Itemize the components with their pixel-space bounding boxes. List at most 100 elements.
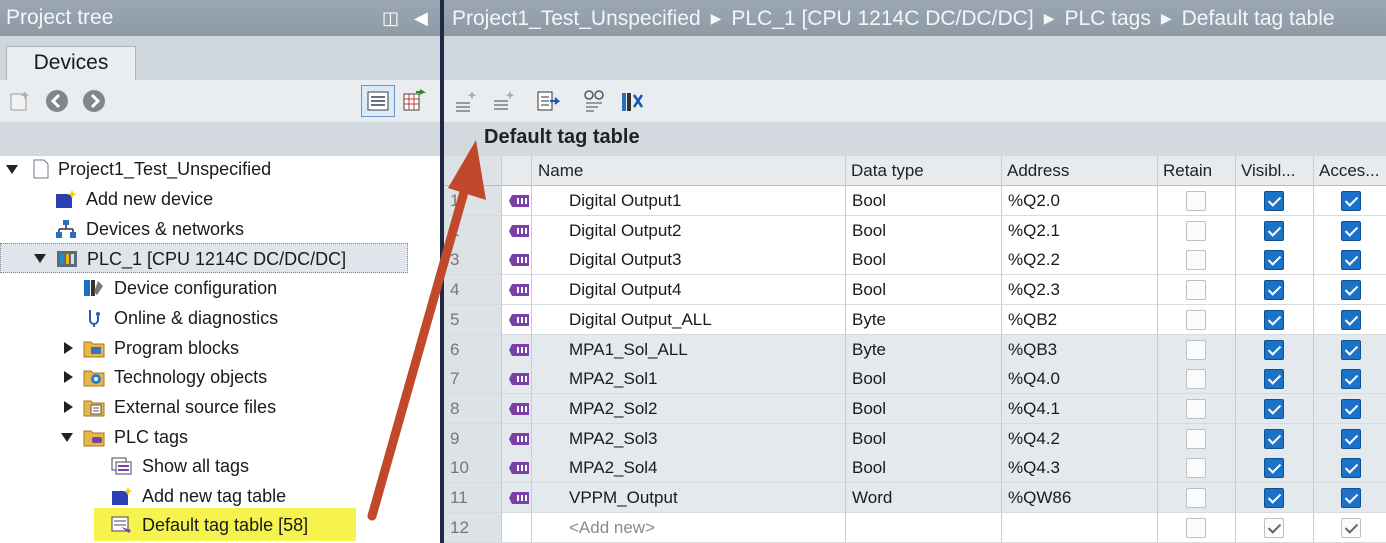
tag-name[interactable]: MPA2_Sol1	[532, 364, 846, 394]
visible-checkbox[interactable]	[1264, 340, 1284, 360]
retain-checkbox[interactable]	[1186, 458, 1206, 478]
row-number[interactable]: 4	[444, 275, 502, 305]
tab-devices[interactable]: Devices	[6, 46, 136, 80]
tag-name[interactable]: Digital Output2	[532, 216, 846, 246]
forward-icon[interactable]	[82, 89, 106, 113]
tree-item-program-blocks[interactable]: Program blocks	[0, 333, 408, 363]
tag-address[interactable]: %Q2.2	[1002, 245, 1158, 275]
row-number[interactable]: 8	[444, 394, 502, 424]
retain-checkbox[interactable]	[1186, 429, 1206, 449]
tag-address[interactable]: %QB2	[1002, 305, 1158, 335]
tag-address[interactable]	[1002, 513, 1158, 543]
tag-address[interactable]: %Q4.3	[1002, 453, 1158, 483]
row-number[interactable]: 2	[444, 216, 502, 246]
tag-address[interactable]: %QW86	[1002, 483, 1158, 513]
tree-item-add-new-tag-table[interactable]: Add new tag table	[0, 481, 408, 511]
tree-item-project[interactable]: Project1_Test_Unspecified	[0, 154, 408, 184]
tree-item-default-tag-table[interactable]: Default tag table [58]	[0, 510, 408, 540]
expand-arrow-icon[interactable]	[34, 254, 46, 263]
add-new-placeholder[interactable]: <Add new>	[532, 513, 846, 543]
tag-name[interactable]: Digital Output4	[532, 275, 846, 305]
visible-checkbox[interactable]	[1264, 191, 1284, 211]
table-row[interactable]: 11 VPPM_Output Word %QW86	[444, 483, 1386, 513]
tag-name[interactable]: MPA2_Sol2	[532, 394, 846, 424]
retain-checkbox[interactable]	[1186, 310, 1206, 330]
accessible-checkbox[interactable]	[1341, 310, 1361, 330]
table-row[interactable]: 7 MPA2_Sol1 Bool %Q4.0	[444, 364, 1386, 394]
table-row[interactable]: 9 MPA2_Sol3 Bool %Q4.2	[444, 424, 1386, 454]
expand-arrow-icon[interactable]	[6, 165, 18, 174]
retain-checkbox[interactable]	[1186, 280, 1206, 300]
row-number[interactable]: 10	[444, 453, 502, 483]
tag-name[interactable]: MPA2_Sol3	[532, 424, 846, 454]
tag-address[interactable]: %Q4.1	[1002, 394, 1158, 424]
breadcrumb-item[interactable]: PLC tags	[1064, 7, 1150, 30]
retain-checkbox[interactable]	[1186, 518, 1206, 538]
tag-data-type[interactable]: Bool	[846, 364, 1002, 394]
accessible-checkbox[interactable]	[1341, 340, 1361, 360]
row-number[interactable]: 3	[444, 245, 502, 275]
retain-checkbox[interactable]	[1186, 221, 1206, 241]
table-row[interactable]: 8 MPA2_Sol2 Bool %Q4.1	[444, 394, 1386, 424]
accessible-checkbox[interactable]	[1341, 429, 1361, 449]
header-visible[interactable]: Visibl...	[1236, 156, 1314, 186]
tag-address[interactable]: %Q4.2	[1002, 424, 1158, 454]
tag-data-type[interactable]	[846, 513, 1002, 543]
header-retain[interactable]: Retain	[1158, 156, 1236, 186]
table-row[interactable]: 2 Digital Output2 Bool %Q2.1	[444, 216, 1386, 246]
expand-arrow-icon[interactable]	[64, 401, 73, 413]
tree-scroll-area[interactable]	[408, 156, 440, 543]
header-data-type[interactable]: Data type	[846, 156, 1002, 186]
breadcrumb-item[interactable]: Project1_Test_Unspecified	[452, 7, 701, 30]
breadcrumb-item[interactable]: PLC_1 [CPU 1214C DC/DC/DC]	[731, 7, 1033, 30]
export-icon[interactable]	[536, 89, 560, 113]
delete-tags-icon[interactable]	[620, 89, 644, 113]
expand-arrow-icon[interactable]	[61, 433, 73, 442]
table-row[interactable]: 3 Digital Output3 Bool %Q2.2	[444, 245, 1386, 275]
tag-data-type[interactable]: Byte	[846, 335, 1002, 365]
row-number[interactable]: 11	[444, 483, 502, 513]
accessible-checkbox[interactable]	[1341, 280, 1361, 300]
accessible-checkbox[interactable]	[1341, 399, 1361, 419]
visible-checkbox[interactable]	[1264, 458, 1284, 478]
insert-row-icon[interactable]	[454, 89, 478, 113]
header-name[interactable]: Name	[532, 156, 846, 186]
tag-data-type[interactable]: Bool	[846, 453, 1002, 483]
tree-item-online-diagnostics[interactable]: Online & diagnostics	[0, 303, 408, 333]
row-number[interactable]: 5	[444, 305, 502, 335]
expand-arrow-icon[interactable]	[64, 371, 73, 383]
new-item-icon[interactable]	[8, 89, 32, 113]
visible-checkbox[interactable]	[1264, 280, 1284, 300]
tree-item-external-source-files[interactable]: External source files	[0, 392, 408, 422]
tree-item-plc[interactable]: PLC_1 [CPU 1214C DC/DC/DC]	[0, 243, 408, 273]
row-number[interactable]: 12	[444, 513, 502, 543]
tag-name[interactable]: MPA1_Sol_ALL	[532, 335, 846, 365]
tag-name[interactable]: Digital Output1	[532, 186, 846, 216]
tag-data-type[interactable]: Bool	[846, 216, 1002, 246]
visible-checkbox[interactable]	[1264, 488, 1284, 508]
table-row[interactable]: 10 MPA2_Sol4 Bool %Q4.3	[444, 453, 1386, 483]
header-accessible[interactable]: Acces...	[1314, 156, 1386, 186]
tree-item-device-configuration[interactable]: Device configuration	[0, 273, 408, 303]
monitor-icon[interactable]	[582, 89, 606, 113]
split-view-icon[interactable]: ◫	[382, 0, 399, 36]
visible-checkbox[interactable]	[1264, 221, 1284, 241]
tag-data-type[interactable]: Bool	[846, 394, 1002, 424]
table-row[interactable]: 1 Digital Output1 Bool %Q2.0	[444, 186, 1386, 216]
row-number[interactable]: 9	[444, 424, 502, 454]
tag-address[interactable]: %Q2.3	[1002, 275, 1158, 305]
accessible-checkbox[interactable]	[1341, 191, 1361, 211]
expand-arrow-icon[interactable]	[64, 342, 73, 354]
table-row[interactable]: 4 Digital Output4 Bool %Q2.3	[444, 275, 1386, 305]
tag-name[interactable]: Digital Output_ALL	[532, 305, 846, 335]
add-row-icon[interactable]	[492, 89, 516, 113]
tag-data-type[interactable]: Bool	[846, 275, 1002, 305]
tag-address[interactable]: %Q2.0	[1002, 186, 1158, 216]
visible-checkbox[interactable]	[1264, 429, 1284, 449]
retain-checkbox[interactable]	[1186, 399, 1206, 419]
tag-data-type[interactable]: Word	[846, 483, 1002, 513]
visible-checkbox[interactable]	[1264, 399, 1284, 419]
header-address[interactable]: Address	[1002, 156, 1158, 186]
retain-checkbox[interactable]	[1186, 488, 1206, 508]
tag-data-type[interactable]: Bool	[846, 186, 1002, 216]
